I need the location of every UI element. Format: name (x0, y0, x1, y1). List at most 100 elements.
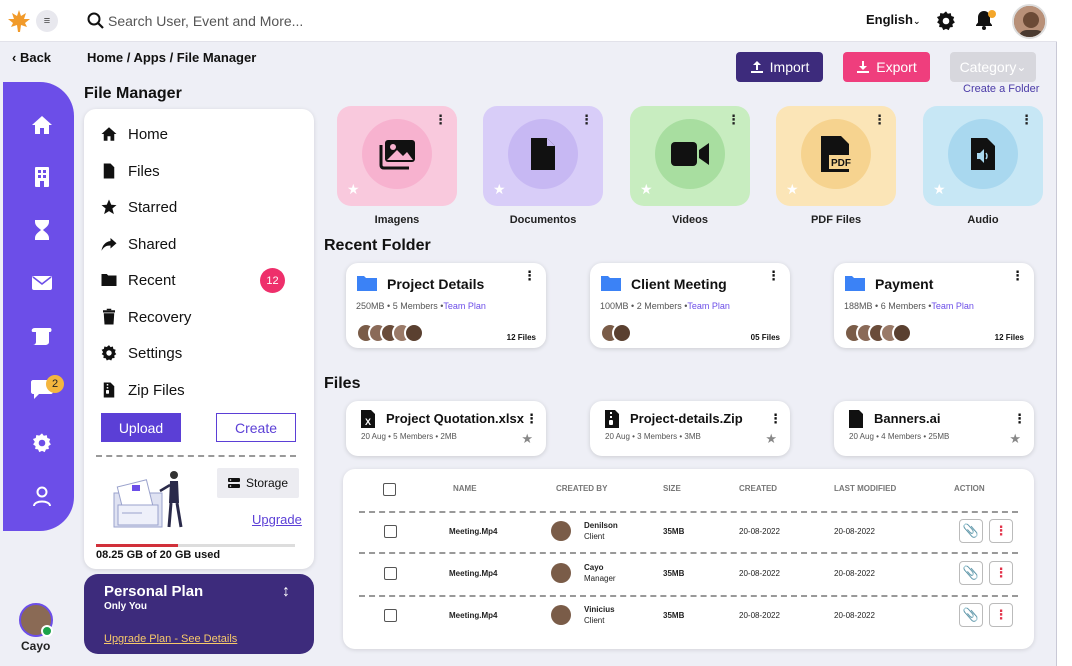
star-icon[interactable]: ★ (521, 431, 533, 447)
upgrade-plan-link[interactable]: Upgrade Plan - See Details (104, 633, 237, 645)
nav-item-label: Recent (128, 271, 176, 289)
creator-name: Vinicius (584, 605, 615, 614)
nav-item-recent[interactable]: Recent (100, 268, 176, 292)
nav-item-label: Files (128, 162, 160, 180)
select-all-checkbox[interactable] (383, 483, 396, 496)
column-header-action[interactable]: ACTION (954, 484, 985, 493)
search-input[interactable] (108, 9, 408, 33)
chat-badge: 2 (46, 375, 64, 393)
star-icon[interactable]: ★ (786, 181, 799, 198)
gear-icon[interactable] (29, 430, 55, 456)
more-options-icon[interactable]: ⋮ (873, 112, 886, 128)
user-icon[interactable] (29, 483, 55, 509)
upload-button[interactable]: Upload (101, 413, 181, 442)
upload-icon (750, 61, 763, 73)
file-meta: 20 Aug • 5 Members • 2MB (361, 432, 457, 441)
mail-icon[interactable] (29, 270, 55, 296)
star-icon[interactable]: ★ (640, 181, 653, 198)
more-options-icon[interactable]: ⋮ (523, 268, 536, 284)
scroll-icon[interactable] (29, 323, 55, 349)
trash-icon (103, 308, 115, 325)
column-header-created-by[interactable]: CREATED BY (556, 484, 607, 493)
category-tile-audio[interactable]: ⋮ ★ (923, 106, 1043, 206)
export-button[interactable]: Export (843, 52, 930, 82)
attach-button[interactable]: 📎 (959, 603, 983, 627)
category-tile-images[interactable]: ⋮ ★ (337, 106, 457, 206)
more-options-icon[interactable]: ⋮ (1011, 268, 1024, 284)
plan-subtitle: Only You (104, 601, 147, 612)
folder-card[interactable]: Payment ⋮ 188MB • 6 Members •Team Plan 1… (834, 263, 1034, 348)
file-card[interactable]: X Project Quotation.xlsx ⋮ 20 Aug • 5 Me… (346, 401, 546, 456)
more-options-icon[interactable]: ⋮ (434, 112, 447, 128)
column-header-created[interactable]: CREATED (739, 484, 777, 493)
more-options-icon[interactable]: ⋮ (767, 268, 780, 284)
svg-text:X: X (365, 417, 371, 427)
create-button[interactable]: Create (216, 413, 296, 442)
category-tile-pdf[interactable]: PDF ⋮ ★ (776, 106, 896, 206)
share-icon (101, 238, 117, 251)
nav-item-shared[interactable]: Shared (100, 232, 176, 256)
column-header-name[interactable]: NAME (453, 484, 477, 493)
category-dropdown[interactable]: Category ⌄ (950, 52, 1036, 82)
file-name-cell[interactable]: Meeting.Mp4 (449, 569, 497, 578)
file-meta: 20 Aug • 4 Members • 25MB (849, 432, 950, 441)
storage-button[interactable]: Storage (217, 468, 299, 498)
back-button[interactable]: ‹ Back (12, 50, 51, 65)
file-card[interactable]: Project-details.Zip ⋮ 20 Aug • 3 Members… (590, 401, 790, 456)
nav-item-recovery[interactable]: Recovery (100, 305, 191, 329)
nav-item-home[interactable]: Home (100, 122, 168, 146)
more-options-icon[interactable]: ⋮ (769, 411, 782, 427)
attach-button[interactable]: 📎 (959, 519, 983, 543)
breadcrumb: Home / Apps / File Manager (87, 50, 257, 65)
row-menu-button[interactable]: ⋮ (989, 603, 1013, 627)
row-checkbox[interactable] (384, 609, 397, 622)
creator-role: Manager (584, 574, 616, 583)
nav-item-starred[interactable]: Starred (100, 195, 177, 219)
building-icon[interactable] (29, 164, 55, 190)
star-icon[interactable]: ★ (765, 431, 777, 447)
nav-item-zip-files[interactable]: Zip Files (100, 378, 185, 402)
file-icon (849, 410, 863, 428)
attach-button[interactable]: 📎 (959, 561, 983, 585)
folder-icon (101, 274, 117, 286)
language-label: English (866, 12, 913, 27)
star-icon[interactable]: ★ (1009, 431, 1021, 447)
language-select[interactable]: English⌄ (866, 12, 921, 27)
expand-arrows-icon[interactable]: ↕ (282, 583, 290, 601)
row-menu-button[interactable]: ⋮ (989, 561, 1013, 585)
file-card[interactable]: Banners.ai ⋮ 20 Aug • 4 Members • 25MB ★ (834, 401, 1034, 456)
maple-leaf-logo[interactable] (6, 8, 32, 34)
folder-members: 2 Members (636, 301, 682, 311)
folder-size: 188MB (844, 301, 873, 311)
home-icon[interactable] (29, 112, 55, 138)
column-header-last-modified[interactable]: LAST MODIFIED (834, 484, 896, 493)
more-options-icon[interactable]: ⋮ (1020, 112, 1033, 128)
more-options-icon[interactable]: ⋮ (727, 112, 740, 128)
star-icon[interactable]: ★ (933, 181, 946, 198)
hourglass-icon[interactable] (29, 217, 55, 243)
column-header-size[interactable]: SIZE (663, 484, 681, 493)
upgrade-link[interactable]: Upgrade (252, 512, 302, 527)
star-icon[interactable]: ★ (347, 181, 360, 198)
menu-icon[interactable]: ≡ (36, 10, 58, 32)
star-icon[interactable]: ★ (493, 181, 506, 198)
nav-item-settings[interactable]: Settings (100, 341, 182, 365)
folder-members: 5 Members (392, 301, 438, 311)
import-button[interactable]: Import (736, 52, 823, 82)
row-menu-button[interactable]: ⋮ (989, 519, 1013, 543)
row-checkbox[interactable] (384, 567, 397, 580)
folder-card[interactable]: Project Details ⋮ 250MB • 5 Members •Tea… (346, 263, 546, 348)
more-options-icon[interactable]: ⋮ (525, 411, 538, 427)
folder-card[interactable]: Client Meeting ⋮ 100MB • 2 Members •Team… (590, 263, 790, 348)
more-options-icon[interactable]: ⋮ (580, 112, 593, 128)
file-name-cell[interactable]: Meeting.Mp4 (449, 611, 497, 620)
category-tile-documents[interactable]: ⋮ ★ (483, 106, 603, 206)
row-checkbox[interactable] (384, 525, 397, 538)
category-tile-videos[interactable]: ⋮ ★ (630, 106, 750, 206)
nav-item-files[interactable]: Files (100, 159, 160, 183)
avatar[interactable] (1012, 4, 1047, 39)
more-options-icon[interactable]: ⋮ (1013, 411, 1026, 427)
gear-icon[interactable] (935, 10, 957, 32)
file-name-cell[interactable]: Meeting.Mp4 (449, 527, 497, 536)
create-folder-link[interactable]: Create a Folder (963, 83, 1039, 95)
